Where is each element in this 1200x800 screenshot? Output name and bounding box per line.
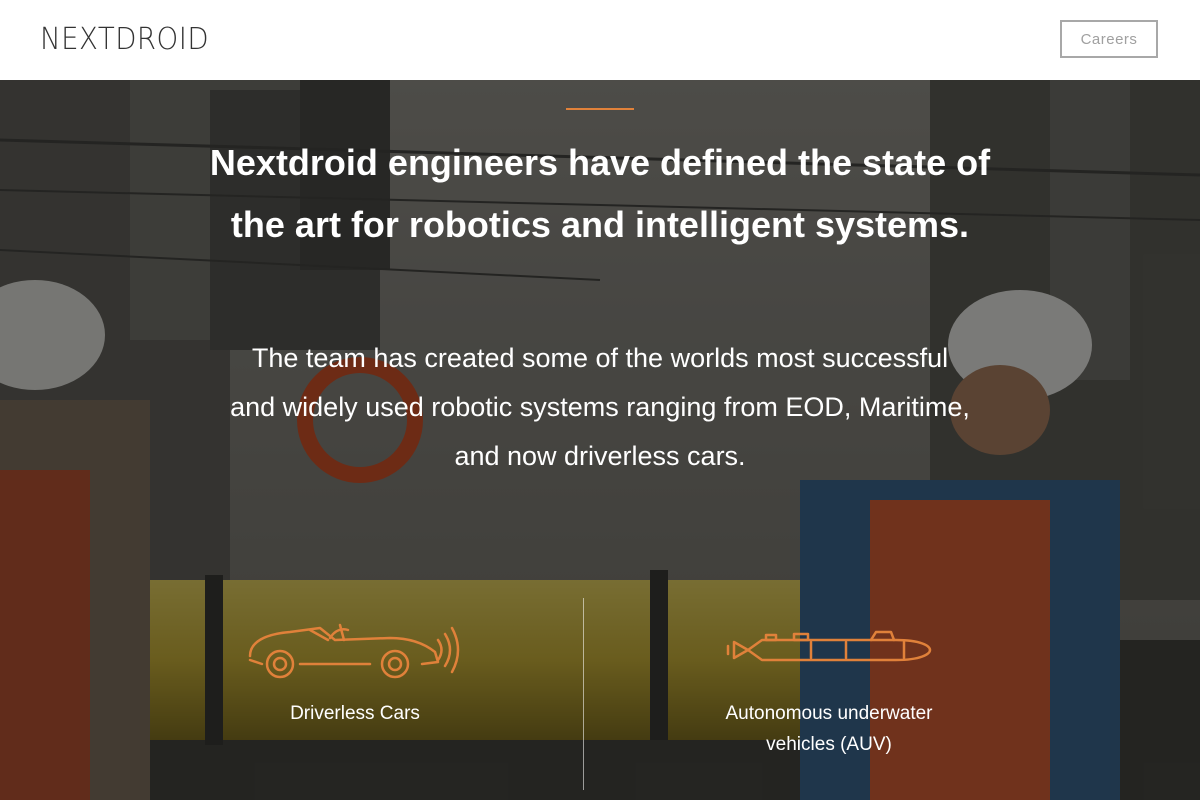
submarine-icon — [726, 630, 932, 662]
logo[interactable]: NEXTDROID — [40, 22, 209, 57]
site-header: NEXTDROID Careers — [0, 0, 1200, 80]
hero-headline: Nextdroid engineers have defined the sta… — [209, 142, 991, 245]
feature-label-cars: Driverless Cars — [290, 703, 420, 724]
feature-divider — [583, 598, 584, 790]
car-icon — [248, 623, 460, 679]
hero-section: Nextdroid engineers have defined the sta… — [0, 80, 1200, 800]
feature-label-auv: Autonomous underwater vehicles (AUV) — [725, 703, 933, 755]
careers-button[interactable]: Careers — [1060, 20, 1158, 58]
accent-divider — [566, 108, 634, 110]
hero-subtext: The team has created some of the worlds … — [230, 343, 970, 471]
